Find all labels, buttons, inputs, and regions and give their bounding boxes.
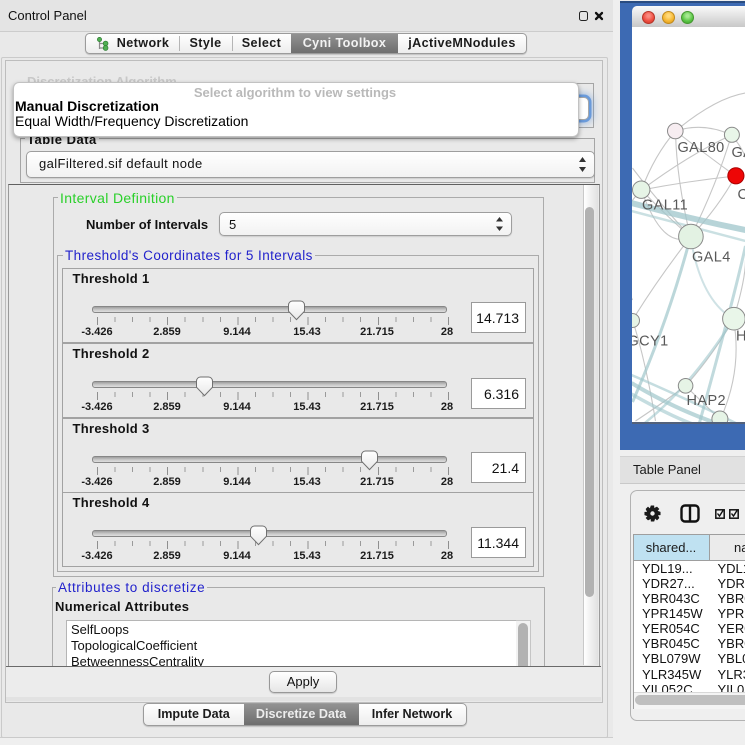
svg-text:C: C xyxy=(737,187,745,203)
svg-text:HAP2: HAP2 xyxy=(686,393,725,409)
svg-text:GAL4: GAL4 xyxy=(692,250,731,266)
svg-text:GCY1: GCY1 xyxy=(632,334,669,350)
svg-text:GA: GA xyxy=(731,145,745,161)
svg-text:H: H xyxy=(736,328,745,344)
svg-text:GAL80: GAL80 xyxy=(677,140,724,156)
svg-text:GAL11: GAL11 xyxy=(642,197,688,213)
